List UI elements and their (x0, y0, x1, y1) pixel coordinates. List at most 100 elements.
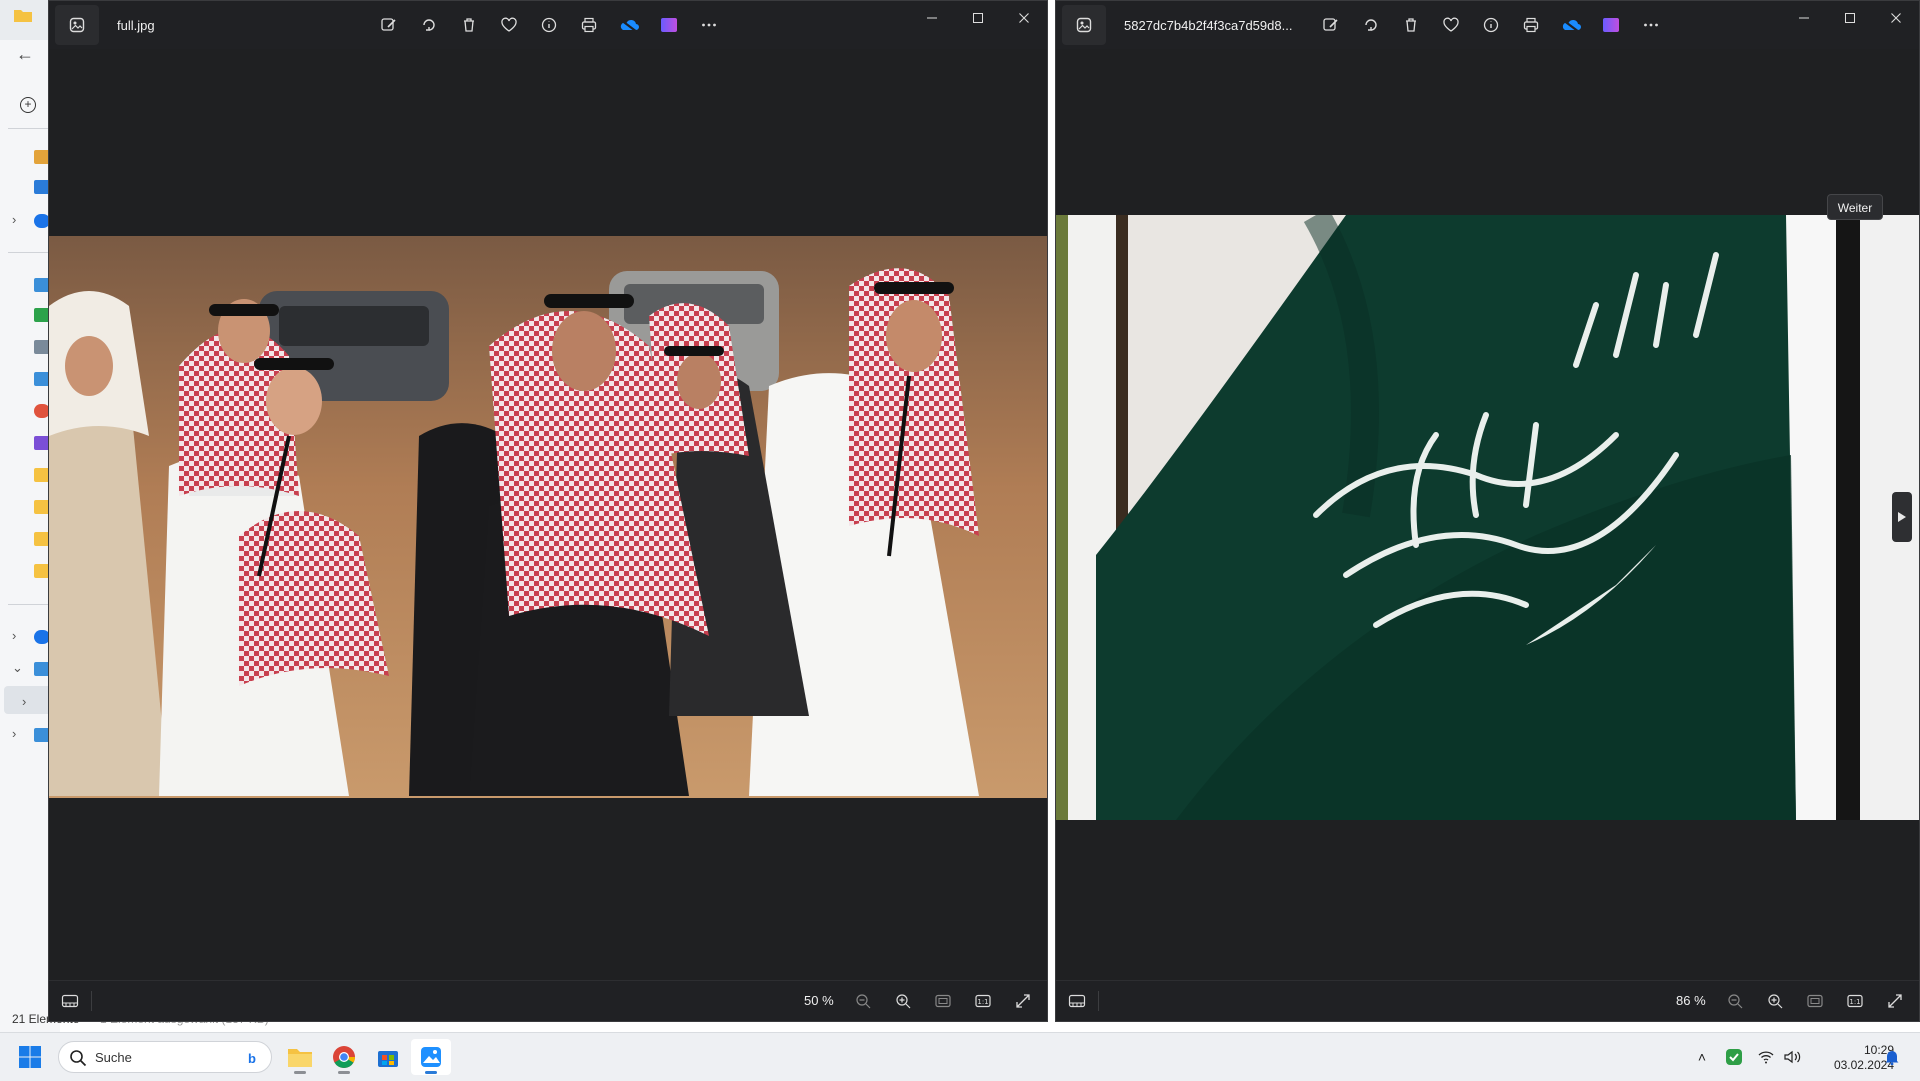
start-button[interactable] (18, 1045, 42, 1069)
chevron-right-icon[interactable]: › (12, 212, 16, 227)
svg-text:1:1: 1:1 (977, 998, 988, 1006)
zoom-in-icon (1768, 994, 1783, 1009)
divider (1098, 991, 1099, 1011)
close-button[interactable] (1001, 1, 1047, 35)
rotate-button[interactable] (415, 11, 443, 39)
search-placeholder: Suche (95, 1050, 132, 1065)
clipchamp-button[interactable] (1597, 11, 1625, 39)
volume-icon[interactable] (1784, 1050, 1802, 1064)
search-icon (70, 1050, 87, 1067)
zoom-level[interactable]: 86 % (1676, 993, 1706, 1008)
chevron-right-icon[interactable]: › (12, 726, 16, 741)
more-button[interactable] (1637, 11, 1665, 39)
info-icon (541, 17, 557, 33)
fullscreen-button[interactable] (1882, 989, 1908, 1013)
zoom-in-icon (896, 994, 911, 1009)
zoom-in-button[interactable] (1762, 989, 1788, 1013)
taskbar-file-explorer[interactable] (280, 1039, 320, 1075)
filmstrip-button[interactable] (1064, 989, 1090, 1013)
fullscreen-button[interactable] (1010, 989, 1036, 1013)
filmstrip-button[interactable] (57, 989, 83, 1013)
active-indicator (425, 1071, 437, 1074)
delete-button[interactable] (455, 11, 483, 39)
zoom-out-button[interactable] (1722, 989, 1748, 1013)
clock-time: 10:29 (1863, 1043, 1894, 1057)
favorite-button[interactable] (1437, 11, 1465, 39)
favorite-button[interactable] (495, 11, 523, 39)
file-name: 5827dc7b4b2f4f3ca7d59d8... (1124, 18, 1293, 33)
bing-icon[interactable]: b (241, 1047, 263, 1069)
system-tray: ˄ (1690, 1033, 1802, 1081)
photo-canvas[interactable] (1056, 215, 1919, 820)
zoom-in-button[interactable] (890, 989, 916, 1013)
store-icon (378, 1051, 398, 1067)
zoom-level[interactable]: 50 % (804, 993, 834, 1008)
delete-icon (1406, 18, 1416, 32)
onedrive-icon (1562, 19, 1581, 33)
fit-to-window-button[interactable] (930, 989, 956, 1013)
more-icon (1644, 23, 1658, 27)
photos-app-icon[interactable] (55, 5, 99, 45)
photo-canvas[interactable] (49, 236, 1047, 798)
viewer-statusbar: 86 % 1:1 (1056, 980, 1919, 1021)
onedrive-button[interactable] (1557, 11, 1585, 39)
edit-button[interactable] (375, 11, 403, 39)
print-button[interactable] (1517, 11, 1545, 39)
close-icon (1891, 13, 1901, 23)
taskbar-photos[interactable] (411, 1039, 451, 1075)
security-shield-icon[interactable] (1726, 1049, 1742, 1065)
chevron-down-icon[interactable]: ⌄ (12, 660, 23, 676)
taskbar-store[interactable] (368, 1039, 408, 1075)
chrome-icon (333, 1046, 355, 1068)
close-icon (1019, 13, 1029, 23)
close-button[interactable] (1873, 1, 1919, 35)
fullscreen-icon (1888, 994, 1902, 1008)
window-controls (909, 1, 1047, 35)
viewer-titlebar: 5827dc7b4b2f4f3ca7d59d8... (1056, 1, 1919, 49)
notification-bell-icon[interactable] (1884, 1049, 1900, 1065)
chevron-right-icon[interactable]: › (22, 694, 26, 709)
minimize-icon (1799, 17, 1809, 19)
rotate-icon (1365, 19, 1377, 31)
more-button[interactable] (695, 11, 723, 39)
actual-size-button[interactable]: 1:1 (1842, 989, 1868, 1013)
new-icon[interactable]: + (20, 97, 36, 113)
info-button[interactable] (535, 11, 563, 39)
rotate-button[interactable] (1357, 11, 1385, 39)
minimize-button[interactable] (909, 1, 955, 35)
fit-to-window-button[interactable] (1802, 989, 1828, 1013)
delete-button[interactable] (1397, 11, 1425, 39)
viewer-toolbar (1317, 11, 1665, 39)
fullscreen-icon (1016, 994, 1030, 1008)
wifi-icon[interactable] (1758, 1050, 1774, 1064)
chevron-up-icon[interactable]: ˄ (1690, 1049, 1714, 1065)
taskbar-search[interactable]: Suche b (58, 1041, 272, 1073)
photos-icon (421, 1047, 441, 1067)
taskbar-chrome[interactable] (324, 1039, 364, 1075)
more-icon (702, 23, 716, 27)
info-button[interactable] (1477, 11, 1505, 39)
minimize-button[interactable] (1781, 1, 1827, 35)
back-arrow-icon[interactable]: ← (16, 44, 34, 65)
clipchamp-button[interactable] (655, 11, 683, 39)
print-button[interactable] (575, 11, 603, 39)
actual-size-button[interactable]: 1:1 (970, 989, 996, 1013)
onedrive-button[interactable] (615, 11, 643, 39)
minimize-icon (927, 17, 937, 19)
filmstrip-icon (1068, 994, 1086, 1008)
photos-app-icon[interactable] (1062, 5, 1106, 45)
photo-green-flag (1056, 215, 1919, 820)
maximize-button[interactable] (1827, 1, 1873, 35)
edit-button[interactable] (1317, 11, 1345, 39)
file-name: full.jpg (117, 18, 155, 33)
info-icon (1483, 17, 1499, 33)
zoom-out-button[interactable] (850, 989, 876, 1013)
next-tooltip: Weiter (1827, 194, 1883, 220)
photos-viewer-right: 5827dc7b4b2f4f3ca7d59d8... 86 % 1:1 (1055, 0, 1920, 1022)
photos-viewer-left: full.jpg 50 % 1:1 (48, 0, 1048, 1022)
zoom-out-icon (1728, 994, 1743, 1009)
next-image-button[interactable] (1892, 492, 1912, 542)
maximize-button[interactable] (955, 1, 1001, 35)
chevron-right-icon[interactable]: › (12, 628, 16, 643)
system-clock[interactable]: 10:29 03.02.2024 (1808, 1043, 1894, 1073)
